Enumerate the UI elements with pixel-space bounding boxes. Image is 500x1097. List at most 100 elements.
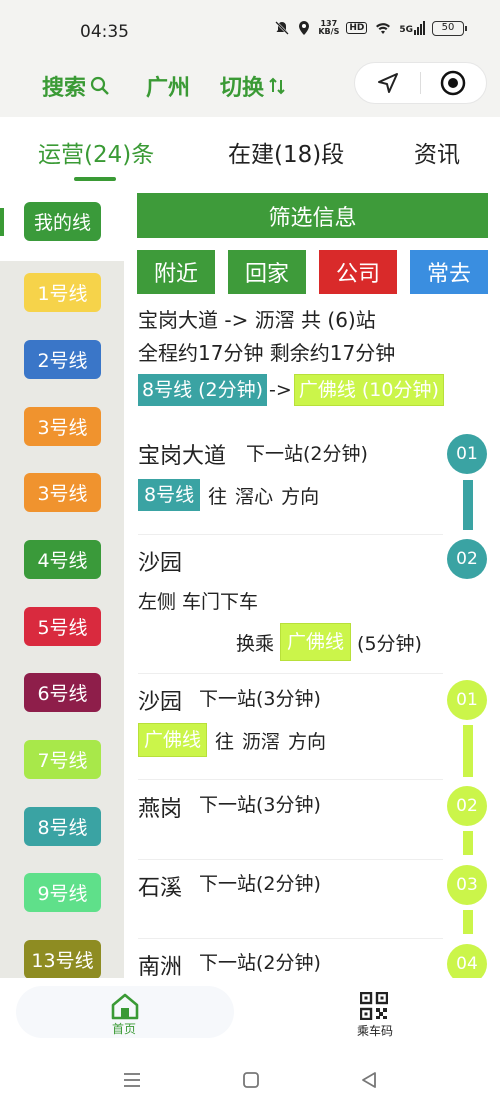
- next-station-time: 下一站(3分钟): [199, 688, 321, 710]
- status-bar: 04:35 137 KB/S HD 5G 50: [0, 0, 500, 60]
- status-time: 04:35: [80, 22, 129, 42]
- line8-tag: 8号线: [138, 479, 201, 511]
- next-station-time: 下一站(2分钟): [246, 443, 368, 465]
- bottom-nav: 首页 乘车码: [0, 978, 500, 1040]
- nav-qr-label: 乘车码: [357, 1024, 394, 1038]
- divider: [138, 673, 443, 674]
- quick-home-button[interactable]: 回家: [228, 250, 306, 294]
- network-speed: 137 KB/S: [318, 19, 340, 36]
- sidebar-line-3b[interactable]: 3号线: [24, 473, 101, 512]
- filter-button[interactable]: 筛选信息: [137, 193, 488, 238]
- sidebar-line-4[interactable]: 4号线: [24, 540, 101, 579]
- station-number-badge: 02: [447, 786, 487, 826]
- direction-row: 8号线 往 滘心 方向: [138, 479, 319, 511]
- active-indicator: [0, 208, 4, 236]
- station-name: 石溪: [138, 876, 183, 901]
- sidebar-line-1[interactable]: 1号线: [24, 273, 101, 312]
- sidebar-line-13[interactable]: 13号线: [24, 940, 101, 978]
- tab-under-construction[interactable]: 在建(18)段: [228, 135, 344, 169]
- quick-nearby-button[interactable]: 附近: [137, 250, 215, 294]
- mute-bell-icon: [275, 21, 290, 35]
- next-station-time: 下一站(2分钟): [199, 873, 321, 895]
- nav-home-label: 首页: [112, 1022, 137, 1036]
- transfer-row: 换乘 广佛线 (5分钟): [236, 623, 422, 661]
- status-icons: 137 KB/S HD 5G 50: [274, 19, 467, 36]
- station-number-badge: 03: [447, 865, 487, 905]
- signal-5g-icon: 5G: [399, 21, 425, 35]
- segment-guangfo: 广佛线 (10分钟): [293, 374, 444, 406]
- navigation-arrow-icon: [377, 73, 398, 93]
- sidebar-line-3[interactable]: 3号线: [24, 407, 101, 446]
- next-station-time: 下一站(2分钟): [199, 952, 321, 974]
- system-nav-bar: [0, 1040, 500, 1097]
- line-sidebar: 我的线 1号线 2号线 3号线 3号线 4号线 5号线 6号线 7号线 8号线 …: [0, 181, 124, 978]
- station-name: 沙园: [138, 690, 183, 715]
- station-name: 燕岗: [138, 797, 183, 822]
- station-number-badge: 04: [447, 944, 487, 978]
- route-segments: 8号线 (2分钟) -> 广佛线 (10分钟): [138, 373, 444, 407]
- location-icon: [299, 21, 310, 35]
- alight-hint: 左侧 车门下车: [138, 591, 259, 613]
- qr-code-icon: [360, 992, 388, 1020]
- divider: [138, 534, 443, 535]
- direction-row: 广佛线 往 沥滘 方向: [138, 723, 326, 757]
- search-icon: [90, 76, 109, 95]
- quick-company-button[interactable]: 公司: [319, 250, 397, 294]
- station-name: 沙园: [138, 551, 183, 576]
- route-summary: 宝岗大道 -> 沥滘 共 (6)站: [138, 308, 376, 332]
- sidebar-line-7[interactable]: 7号线: [24, 740, 101, 779]
- switch-button[interactable]: 切换: [220, 70, 286, 102]
- transfer-line-tag: 广佛线: [280, 623, 352, 661]
- route-panel: 筛选信息 附近 回家 公司 常去 宝岗大道 -> 沥滘 共 (6)站 全程约17…: [124, 181, 500, 978]
- segment-arrow: ->: [269, 379, 292, 401]
- sidebar-line-5[interactable]: 5号线: [24, 607, 101, 646]
- divider: [138, 859, 443, 860]
- direction-target: 滘心: [235, 485, 274, 508]
- direction-target: 沥滘: [242, 730, 281, 753]
- tab-bar: 运营(24)条 在建(18)段 资讯: [0, 117, 500, 181]
- divider: [138, 779, 443, 780]
- close-miniprogram-button[interactable]: [421, 62, 486, 104]
- station-number-badge: 02: [447, 539, 487, 579]
- time-summary: 全程约17分钟 剩余约17分钟: [138, 341, 396, 365]
- quick-frequent-button[interactable]: 常去: [410, 250, 488, 294]
- back-triangle-icon[interactable]: [360, 1071, 378, 1089]
- line-segment-bar: [463, 910, 473, 934]
- line-segment-bar: [463, 831, 473, 855]
- segment-line8: 8号线 (2分钟): [138, 374, 268, 406]
- city-label: 广州: [146, 76, 191, 101]
- city-selector[interactable]: 广州: [146, 70, 190, 102]
- navigate-button[interactable]: [355, 62, 420, 104]
- station-name: 南洲: [138, 955, 183, 978]
- nav-qr[interactable]: 乘车码: [340, 986, 410, 1038]
- my-lines-button[interactable]: 我的线: [24, 202, 101, 241]
- line-segment-bar: [463, 725, 473, 777]
- sidebar-line-2[interactable]: 2号线: [24, 340, 101, 379]
- sidebar-line-8[interactable]: 8号线: [24, 807, 101, 846]
- next-station-time: 下一站(3分钟): [199, 794, 321, 816]
- tab-news[interactable]: 资讯: [414, 135, 460, 169]
- sidebar-item-my-lines[interactable]: 我的线: [0, 181, 124, 261]
- line-segment-bar: [463, 480, 473, 530]
- hd-icon: HD: [346, 22, 368, 34]
- station-name: 宝岗大道: [138, 444, 227, 469]
- wifi-icon: [376, 23, 391, 34]
- sidebar-line-6[interactable]: 6号线: [24, 673, 101, 712]
- home-icon: [111, 993, 139, 1020]
- home-square-icon[interactable]: [242, 1071, 260, 1089]
- station-number-badge: 01: [447, 434, 487, 474]
- mini-program-capsule: [354, 62, 487, 104]
- battery-icon: 50: [432, 20, 467, 36]
- divider: [138, 938, 443, 939]
- switch-label: 切换: [220, 76, 265, 101]
- guangfo-tag: 广佛线: [138, 723, 208, 757]
- nav-home[interactable]: 首页: [16, 986, 234, 1038]
- search-button[interactable]: 搜索: [42, 70, 110, 102]
- station-number-badge: 01: [447, 680, 487, 720]
- sidebar-line-9[interactable]: 9号线: [24, 873, 101, 912]
- tab-operating[interactable]: 运营(24)条: [38, 135, 154, 169]
- swap-icon: [269, 77, 285, 95]
- target-icon: [441, 70, 466, 96]
- menu-icon[interactable]: [122, 1072, 142, 1088]
- search-label: 搜索: [42, 76, 87, 101]
